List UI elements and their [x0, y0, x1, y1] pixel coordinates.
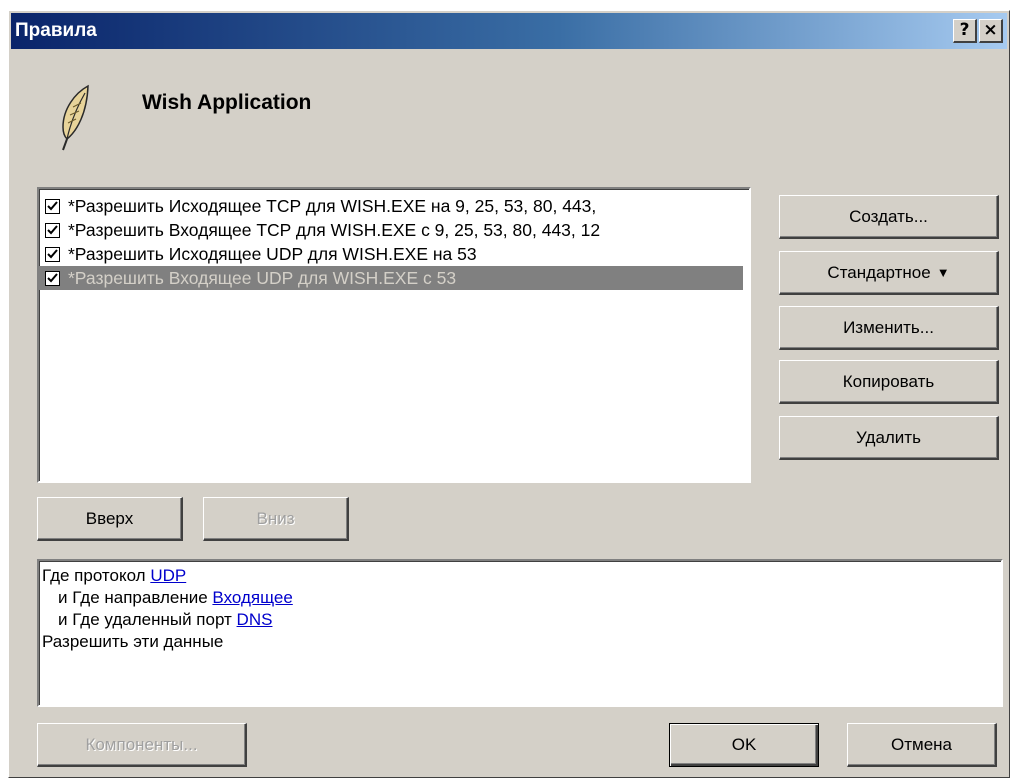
rule-checkbox[interactable]: [45, 246, 60, 262]
delete-button-label: Удалить: [856, 427, 921, 447]
description-line: и Где направление Входящее: [42, 587, 998, 609]
help-button[interactable]: ?: [953, 19, 977, 43]
cancel-button[interactable]: Отмена: [847, 723, 997, 767]
rule-checkbox[interactable]: [45, 270, 60, 286]
cancel-button-label: Отмена: [891, 734, 952, 754]
description-text: Где протокол: [42, 566, 151, 585]
standard-dropdown-button[interactable]: Стандартное ▼: [779, 251, 999, 295]
rule-label: *Разрешить Входящее TCP для WISH.EXE с 9…: [68, 219, 601, 240]
rules-list[interactable]: *Разрешить Исходящее TCP для WISH.EXE на…: [37, 187, 751, 483]
rule-label: *Разрешить Исходящее UDP для WISH.EXE на…: [68, 243, 477, 264]
rule-row[interactable]: *Разрешить Входящее TCP для WISH.EXE с 9…: [39, 218, 743, 242]
rule-label: *Разрешить Исходящее TCP для WISH.EXE на…: [68, 195, 597, 216]
rule-checkbox[interactable]: [45, 198, 60, 214]
create-button[interactable]: Создать...: [779, 195, 999, 239]
rule-label: *Разрешить Входящее UDP для WISH.EXE с 5…: [68, 267, 457, 288]
application-name: Wish Application: [142, 91, 312, 114]
rule-row[interactable]: *Разрешить Исходящее TCP для WISH.EXE на…: [39, 194, 743, 218]
rule-row[interactable]: *Разрешить Исходящее UDP для WISH.EXE на…: [39, 242, 743, 266]
move-up-label: Вверх: [85, 508, 134, 528]
description-line: Разрешить эти данные: [42, 632, 224, 651]
rule-checkbox[interactable]: [45, 222, 60, 238]
description-text: и Где удаленный порт: [58, 610, 237, 629]
delete-button[interactable]: Удалить: [779, 416, 999, 460]
check-icon: [47, 200, 58, 210]
description-line: и Где удаленный порт DNS: [42, 609, 998, 631]
rule-description: Где протокол UDP и Где направление Входя…: [37, 559, 1003, 707]
check-icon: [47, 248, 58, 258]
standard-button-label: Стандартное: [827, 262, 931, 282]
components-button-label: Компоненты...: [85, 734, 198, 754]
edit-button-label: Изменить...: [843, 317, 934, 337]
close-button[interactable]: ×: [979, 19, 1003, 43]
copy-button-label: Копировать: [842, 371, 935, 391]
description-text: и Где направление: [58, 588, 213, 607]
protocol-link[interactable]: UDP: [150, 566, 186, 585]
edit-button[interactable]: Изменить...: [779, 306, 999, 350]
move-down-button[interactable]: Вниз: [203, 497, 349, 541]
window-title: Правила: [15, 20, 97, 41]
dropdown-arrow-icon: ▼: [936, 265, 950, 280]
remote-port-link[interactable]: DNS: [237, 610, 273, 629]
ok-button-label: OK: [731, 735, 757, 754]
description-line: Где протокол UDP: [42, 565, 998, 587]
components-button[interactable]: Компоненты...: [37, 723, 247, 767]
direction-link[interactable]: Входящее: [212, 588, 292, 607]
title-bar[interactable]: Правила ? ×: [11, 13, 1007, 49]
copy-button[interactable]: Копировать: [779, 360, 999, 404]
feather-icon: [62, 84, 89, 151]
rule-row-selected[interactable]: *Разрешить Входящее UDP для WISH.EXE с 5…: [39, 266, 743, 290]
check-icon: [47, 224, 58, 234]
create-button-label: Создать...: [849, 206, 928, 226]
check-icon: [47, 272, 58, 282]
rules-dialog: Правила ? × Wish Application *Разрешить …: [8, 10, 1010, 778]
move-down-label: Вниз: [256, 508, 295, 528]
ok-button[interactable]: OK: [669, 723, 819, 767]
move-up-button[interactable]: Вверх: [37, 497, 183, 541]
